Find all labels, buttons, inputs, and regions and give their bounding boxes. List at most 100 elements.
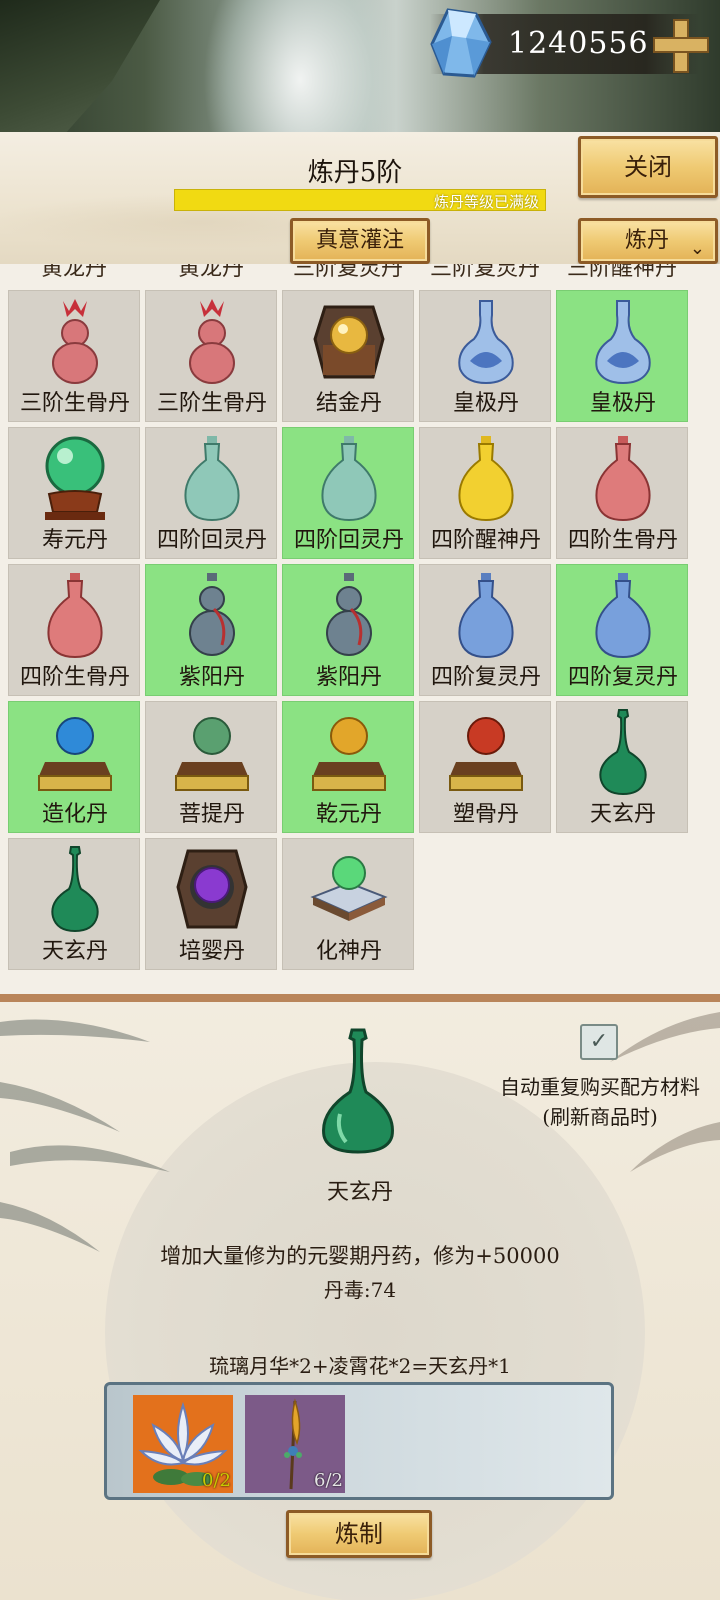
plus-icon[interactable]	[650, 18, 710, 74]
grid-item-name: 黄龙丹	[177, 264, 244, 281]
recipe-name: 四阶生骨丹	[567, 528, 678, 553]
grid-partial-row: 黄龙丹 黄龙丹 三阶复灵丹 三阶复灵丹 三阶醒神丹	[0, 264, 720, 288]
blue-bottle-icon	[458, 573, 514, 659]
recipe-name: 四阶回灵丹	[293, 528, 404, 553]
materials-panel: 0/2 6/2	[104, 1382, 614, 1500]
grid-item-name: 三阶复灵丹	[292, 264, 403, 281]
recipe-grid[interactable]: 黄龙丹 黄龙丹 三阶复灵丹 三阶复灵丹 三阶醒神丹 三阶生骨丹 三阶生骨丹 结金丹 皇…	[0, 264, 720, 994]
recipe-cell[interactable]: 菩提丹	[145, 701, 277, 833]
recipe-name: 菩提丹	[178, 802, 245, 827]
green-orb-cushion-icon	[310, 856, 388, 921]
green-vase-icon	[322, 1028, 394, 1154]
recipe-name: 四阶回灵丹	[156, 528, 267, 553]
recipe-name: 培婴丹	[178, 939, 245, 964]
recipe-name: 天玄丹	[41, 939, 108, 964]
product-description: 增加大量修为的元婴期丹药，修为+50000	[160, 1244, 560, 1268]
gray-gourd-icon	[326, 573, 372, 656]
chevron-down-icon: ⌄	[689, 238, 705, 259]
recipe-name: 三阶生骨丹	[156, 391, 267, 416]
material-count: 6/2	[314, 1470, 343, 1491]
recipe-name: 四阶醒神丹	[430, 528, 541, 553]
purple-orb-box-icon	[176, 849, 248, 929]
recipe-name: 三阶生骨丹	[19, 391, 130, 416]
gold-orb-box-icon	[313, 305, 385, 379]
mode-dropdown-label: 炼丹	[625, 228, 670, 253]
level-progress-bar: 炼丹等级已满级	[174, 189, 546, 211]
green-vase-icon	[599, 709, 647, 796]
recipe-cell[interactable]: 结金丹	[282, 290, 414, 422]
recipe-cell[interactable]: 四阶生骨丹	[8, 564, 140, 696]
recipe-cell[interactable]: 天玄丹	[556, 701, 688, 833]
grid-item-name: 黄龙丹	[40, 264, 107, 281]
recipe-name: 寿元丹	[41, 528, 108, 553]
recipe-cell[interactable]: 天玄丹	[8, 838, 140, 970]
gold-orb-pedestal-icon	[312, 717, 386, 791]
material-count: 0/2	[202, 1470, 231, 1491]
grid-item-name: 三阶醒神丹	[566, 264, 677, 281]
recipe-cell[interactable]: 四阶醒神丹	[419, 427, 551, 559]
recipe-cell[interactable]: 四阶生骨丹	[556, 427, 688, 559]
recipe-name: 化神丹	[315, 939, 382, 964]
page-title: 炼丹5阶	[307, 158, 403, 188]
recipe-name: 造化丹	[41, 802, 108, 827]
recipe-name: 皇极丹	[452, 391, 519, 416]
recipe-cell[interactable]: 寿元丹	[8, 427, 140, 559]
recipe-name: 紫阳丹	[315, 665, 382, 690]
gray-gourd-icon	[189, 573, 235, 656]
recipe-cell[interactable]: 四阶复灵丹	[556, 564, 688, 696]
recipe-cell[interactable]: 紫阳丹	[145, 564, 277, 696]
celadon-bottle-icon	[321, 436, 377, 522]
red-gourd-icon	[189, 299, 235, 384]
grid-item-name: 三阶复灵丹	[429, 264, 540, 281]
recipe-cell[interactable]: 化神丹	[282, 838, 414, 970]
recipe-cell[interactable]: 塑骨丹	[419, 701, 551, 833]
recipe-cell[interactable]: 紫阳丹	[282, 564, 414, 696]
recipe-name: 紫阳丹	[178, 665, 245, 690]
infuse-button[interactable]: 真意灌注	[290, 218, 430, 264]
recipe-formula: 琉璃月华*2+凌霄花*2=天玄丹*1	[209, 1354, 511, 1378]
recipe-cell[interactable]: 四阶回灵丹	[145, 427, 277, 559]
recipe-cell[interactable]: 三阶生骨丹	[8, 290, 140, 422]
green-vase-icon	[51, 846, 99, 933]
red-bottle-icon	[595, 436, 651, 522]
blue-bottle-icon	[595, 573, 651, 659]
yellow-bottle-icon	[458, 436, 514, 522]
craft-button[interactable]: 炼制	[286, 1510, 432, 1558]
recipe-name: 四阶复灵丹	[430, 665, 541, 690]
red-gourd-icon	[52, 299, 98, 384]
product-name: 天玄丹	[326, 1180, 393, 1205]
recipe-cell[interactable]: 皇极丹	[556, 290, 688, 422]
close-button[interactable]: 关闭	[578, 136, 718, 198]
recipe-cell[interactable]: 乾元丹	[282, 701, 414, 833]
celadon-bottle-icon	[184, 436, 240, 522]
material-slot[interactable]: 0/2	[133, 1395, 233, 1493]
red-bottle-icon	[47, 573, 103, 659]
red-orb-pedestal-icon	[449, 717, 523, 791]
recipe-name: 塑骨丹	[452, 802, 519, 827]
background-rock	[0, 0, 160, 135]
recipe-name: 结金丹	[315, 391, 382, 416]
blue-porcelain-vase-icon	[595, 300, 651, 385]
recipe-cell[interactable]: 皇极丹	[419, 290, 551, 422]
recipe-name: 皇极丹	[589, 391, 656, 416]
recipe-cell[interactable]: 培婴丹	[145, 838, 277, 970]
auto-repurchase-checkbox[interactable]: ✓	[580, 1024, 618, 1060]
auto-repurchase-label: 自动重复购买配方材料 (刷新商品时)	[500, 1075, 700, 1129]
material-slot[interactable]: 6/2	[245, 1395, 345, 1493]
recipe-cell[interactable]: 四阶回灵丹	[282, 427, 414, 559]
recipe-name: 乾元丹	[315, 802, 382, 827]
blue-orb-pedestal-icon	[38, 717, 112, 791]
detail-panel: ✓ 自动重复购买配方材料 (刷新商品时) 天玄丹 增加大量修为的元婴期丹药，修为…	[0, 994, 720, 1600]
progress-text: 炼丹等级已满级	[433, 193, 539, 211]
recipe-cell[interactable]: 造化丹	[8, 701, 140, 833]
jade-orb-stand-icon	[45, 436, 105, 520]
recipe-name: 四阶生骨丹	[19, 665, 130, 690]
mode-dropdown[interactable]: 炼丹 ⌄	[578, 218, 718, 264]
currency-value: 1240556	[508, 26, 649, 61]
recipe-cell[interactable]: 三阶生骨丹	[145, 290, 277, 422]
recipe-name: 天玄丹	[589, 802, 656, 827]
blue-porcelain-vase-icon	[458, 300, 514, 385]
recipe-name: 四阶复灵丹	[567, 665, 678, 690]
recipe-cell[interactable]: 四阶复灵丹	[419, 564, 551, 696]
currency-bar: 1240556	[430, 8, 709, 78]
